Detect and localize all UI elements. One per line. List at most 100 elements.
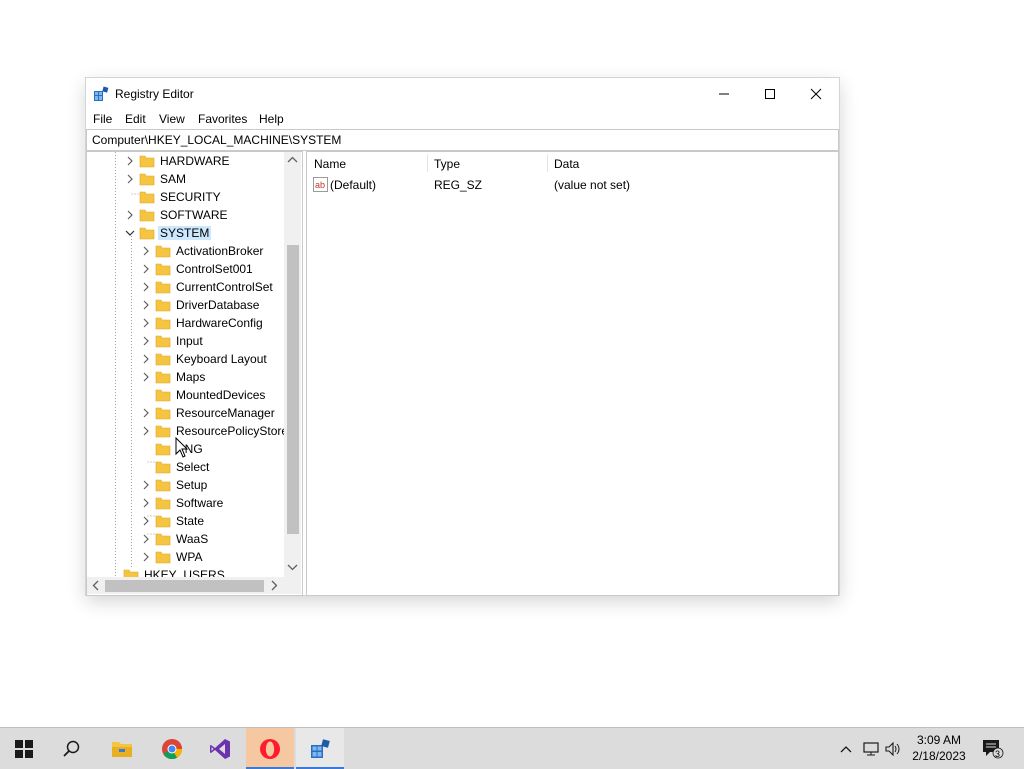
menu-edit[interactable]: Edit [125,112,146,126]
taskbar-clock[interactable]: 3:09 AM 2/18/2023 [904,732,974,764]
tree-node-subkey[interactable]: ActivationBroker [87,242,284,260]
taskbar-chrome[interactable] [148,728,196,769]
chevron-right-icon[interactable] [141,533,151,545]
tree-node-label: Software [176,496,224,510]
folder-icon [155,461,171,474]
menu-file[interactable]: File [93,112,112,126]
tree-node-subkey[interactable]: WaaS [87,530,284,548]
folder-icon [139,209,155,222]
chevron-right-icon[interactable] [125,155,135,167]
tree-node-sam[interactable]: SAM [87,170,284,188]
scroll-down-icon[interactable] [287,562,298,572]
tree-node-subkey[interactable]: Setup [87,476,284,494]
chevron-right-icon[interactable] [141,245,151,257]
speaker-icon [885,741,900,756]
tree-node-security[interactable]: SECURITY [87,188,284,206]
show-hidden-icons-button[interactable] [836,728,856,769]
tree-node-subkey[interactable]: MountedDevices [87,386,284,404]
taskbar-file-explorer[interactable] [98,728,146,769]
chevron-right-icon[interactable] [141,281,151,293]
address-bar[interactable]: Computer\HKEY_LOCAL_MACHINE\SYSTEM [86,129,839,151]
folder-icon [155,353,171,366]
title-bar[interactable]: Registry Editor [86,78,839,109]
tree-node-label: SECURITY [160,190,221,204]
scroll-right-icon[interactable] [269,580,279,591]
column-header-name[interactable]: Name [307,152,427,174]
network-button[interactable] [860,728,882,769]
column-header-label: Data [554,157,580,171]
chevron-right-icon[interactable] [141,371,151,383]
tree-node-subkey[interactable]: HardwareConfig [87,314,284,332]
values-list-pane[interactable]: Name Type Data ab (Default) REG_SZ (valu… [306,151,839,596]
menu-view[interactable]: View [159,112,185,126]
folder-open-icon [139,227,155,240]
tree-node-hardware[interactable]: HARDWARE [87,152,284,170]
minimize-button[interactable] [701,78,747,109]
tree-node-subkey[interactable]: ControlSet001 [87,260,284,278]
tree-node-software[interactable]: SOFTWARE [87,206,284,224]
key-tree-pane[interactable]: HARDWARE SAM SECURITY SOFTWARE SYSTEM Ac… [86,151,303,596]
tree-node-subkey[interactable]: Select [87,458,284,476]
tree-node-subkey[interactable]: ResourceManager [87,404,284,422]
visual-studio-icon [210,738,230,759]
chevron-right-icon[interactable] [125,173,135,185]
notification-center-button[interactable]: 3 [978,728,1008,769]
tree-vertical-scrollbar[interactable] [284,152,301,577]
vertical-scroll-thumb[interactable] [287,245,299,534]
tree-node-subkey[interactable]: Keyboard Layout [87,350,284,368]
tree-horizontal-scrollbar[interactable] [87,577,284,594]
tree-node-label: ResourceManager [176,406,275,420]
value-row[interactable]: ab (Default) REG_SZ (value not set) [307,176,838,194]
chevron-down-icon[interactable] [125,227,135,239]
address-path: Computer\HKEY_LOCAL_MACHINE\SYSTEM [92,133,342,147]
window-title: Registry Editor [115,87,194,101]
scroll-left-icon[interactable] [91,580,101,591]
chevron-right-icon[interactable] [141,335,151,347]
horizontal-scroll-thumb[interactable] [105,580,264,592]
chevron-right-icon[interactable] [141,353,151,365]
mouse-cursor-icon [175,437,189,458]
chevron-right-icon[interactable] [141,425,151,437]
search-button[interactable] [48,728,96,769]
taskbar-opera[interactable] [246,728,294,769]
tree-node-label: WaaS [176,532,209,546]
tree-node-subkey[interactable]: State [87,512,284,530]
folder-icon [155,515,171,528]
start-button[interactable] [0,728,48,769]
folder-icon [155,389,171,402]
chevron-right-icon[interactable] [141,479,151,491]
chevron-right-icon[interactable] [141,263,151,275]
chevron-right-icon[interactable] [141,515,151,527]
folder-icon [155,479,171,492]
scroll-up-icon[interactable] [287,155,298,165]
chevron-right-icon[interactable] [141,299,151,311]
menu-help[interactable]: Help [259,112,284,126]
windows-logo-icon [15,739,33,758]
registry-editor-icon [94,86,109,101]
menu-favorites[interactable]: Favorites [198,112,247,126]
column-header-data[interactable]: Data [547,152,838,174]
tree-node-subkey[interactable]: DriverDatabase [87,296,284,314]
chevron-right-icon[interactable] [141,551,151,563]
clock-date: 2/18/2023 [912,749,966,763]
tree-node-subkey[interactable]: Input [87,332,284,350]
taskbar-visual-studio[interactable] [196,728,244,769]
chevron-up-icon [840,745,852,752]
tree-node-subkey[interactable]: WPA [87,548,284,566]
folder-icon [139,155,155,168]
chevron-right-icon[interactable] [125,209,135,221]
column-header-type[interactable]: Type [427,152,547,174]
chevron-right-icon[interactable] [141,407,151,419]
close-button[interactable] [793,78,839,109]
tree-node-system[interactable]: SYSTEM [87,224,284,242]
maximize-button[interactable] [747,78,793,109]
tree-node-subkey[interactable]: Software [87,494,284,512]
volume-button[interactable] [882,728,904,769]
tree-node-subkey[interactable]: CurrentControlSet [87,278,284,296]
folder-icon [155,335,171,348]
chrome-icon [162,738,183,759]
taskbar-registry-editor[interactable] [296,728,344,769]
tree-node-subkey[interactable]: Maps [87,368,284,386]
chevron-right-icon[interactable] [141,497,151,509]
chevron-right-icon[interactable] [141,317,151,329]
